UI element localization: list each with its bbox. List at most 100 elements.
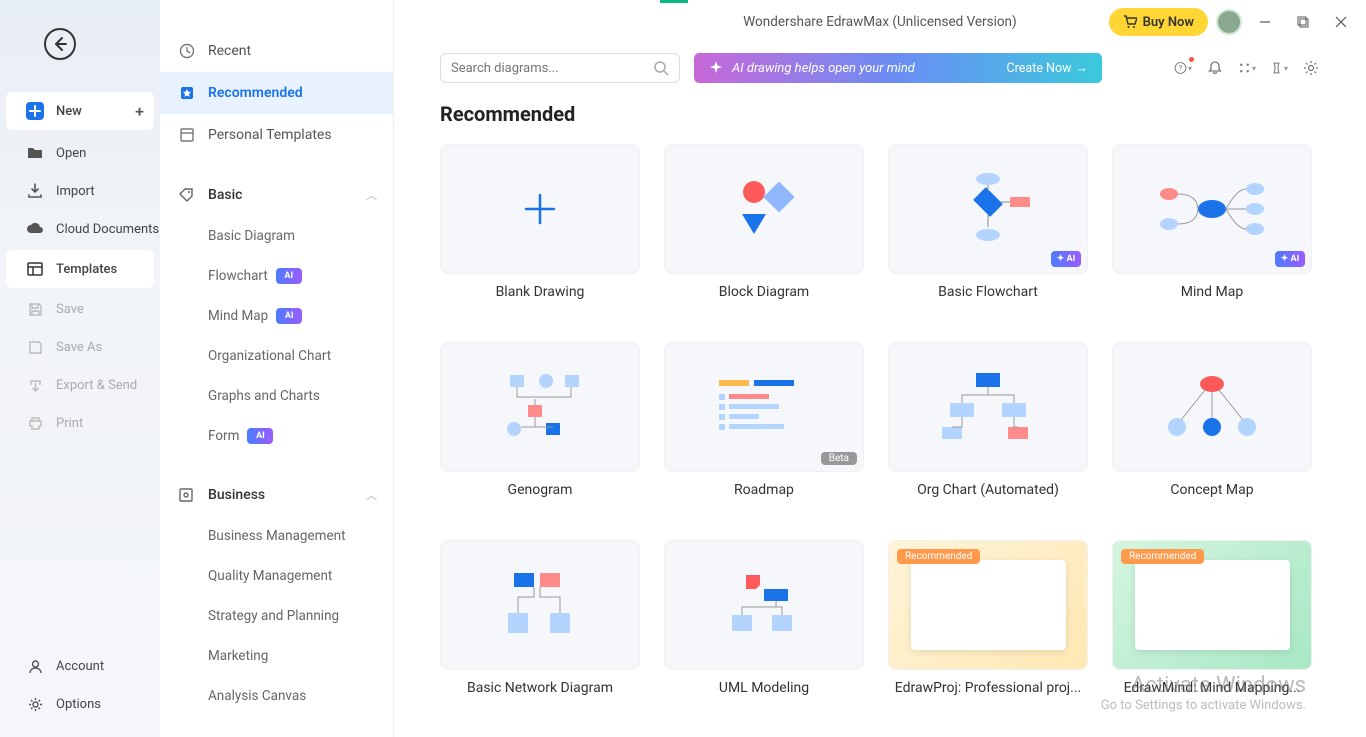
- template-label: Basic Network Diagram: [440, 680, 640, 714]
- buy-now-button[interactable]: Buy Now: [1109, 8, 1208, 36]
- template-card[interactable]: Blank Drawing: [440, 144, 640, 318]
- avatar[interactable]: [1216, 9, 1242, 35]
- arrow-left-icon: [52, 36, 68, 52]
- template-thumb: [664, 540, 864, 670]
- template-card[interactable]: RecommendedEdrawMind: Mind Mapping...: [1112, 540, 1312, 714]
- toolbar: AI drawing helps open your mind Create N…: [394, 44, 1366, 92]
- ai-badge: AI: [247, 428, 273, 444]
- settings-button[interactable]: [1302, 59, 1320, 77]
- nav-cloud[interactable]: Cloud Documents: [0, 210, 160, 248]
- personal-icon: [178, 127, 196, 143]
- ai-badge: ✦ AI: [1051, 251, 1081, 267]
- import-icon: [26, 182, 44, 200]
- template-card[interactable]: Basic Network Diagram: [440, 540, 640, 714]
- section-title: Recommended: [440, 102, 1320, 126]
- maximize-button[interactable]: [1288, 7, 1318, 37]
- cat-sub-business[interactable]: Analysis Canvas: [160, 676, 393, 716]
- template-label: Basic Flowchart: [888, 284, 1088, 318]
- nav-export[interactable]: Export & Send: [0, 366, 160, 404]
- saveas-icon: [26, 338, 44, 356]
- template-label: Block Diagram: [664, 284, 864, 318]
- cat-group-business[interactable]: Business ︿: [160, 474, 393, 516]
- template-thumb: [440, 540, 640, 670]
- cart-icon: [1123, 15, 1137, 29]
- template-card[interactable]: Concept Map: [1112, 342, 1312, 516]
- template-card[interactable]: ✦ AIMind Map: [1112, 144, 1312, 318]
- template-card[interactable]: Block Diagram: [664, 144, 864, 318]
- template-thumb: [1112, 342, 1312, 472]
- cat-sub-business[interactable]: Marketing: [160, 636, 393, 676]
- folder-icon: [26, 144, 44, 162]
- nav-options-label: Options: [56, 697, 101, 712]
- cat-sub-basic[interactable]: FormAI: [160, 416, 393, 456]
- template-card[interactable]: ✦ AI Basic Flowchart: [888, 144, 1088, 318]
- add-icon[interactable]: +: [135, 102, 144, 121]
- template-label: Mind Map: [1112, 284, 1312, 318]
- cat-recent[interactable]: Recent: [160, 30, 393, 72]
- sparkle-icon: [708, 60, 724, 76]
- cat-group-business-label: Business: [208, 487, 265, 503]
- search-box[interactable]: [440, 53, 680, 83]
- cat-sub-basic[interactable]: Organizational Chart: [160, 336, 393, 376]
- nav-templates-label: Templates: [56, 262, 117, 277]
- app-title: Wondershare EdrawMax (Unlicensed Version…: [743, 14, 1016, 30]
- template-thumb: [440, 342, 640, 472]
- search-icon[interactable]: [653, 60, 669, 76]
- cat-sub-basic[interactable]: Mind MapAI: [160, 296, 393, 336]
- recommended-badge: Recommended: [897, 549, 980, 564]
- nav-save-label: Save: [56, 302, 84, 317]
- cat-sub-business[interactable]: Business Management: [160, 516, 393, 556]
- template-card[interactable]: Org Chart (Automated): [888, 342, 1088, 516]
- cat-recommended-label: Recommended: [208, 85, 303, 101]
- business-icon: [178, 487, 196, 503]
- nav-new-label: New: [56, 104, 82, 119]
- nav-new[interactable]: New +: [6, 92, 154, 130]
- template-label: EdrawMind: Mind Mapping...: [1112, 680, 1312, 714]
- clock-icon: [178, 43, 196, 59]
- nav-print[interactable]: Print: [0, 404, 160, 442]
- template-thumb: Beta: [664, 342, 864, 472]
- template-label: Concept Map: [1112, 482, 1312, 516]
- titlebar: Wondershare EdrawMax (Unlicensed Version…: [394, 0, 1366, 44]
- minimize-button[interactable]: [1250, 7, 1280, 37]
- nav-account[interactable]: Account: [0, 647, 160, 685]
- nav-saveas[interactable]: Save As: [0, 328, 160, 366]
- nav-options[interactable]: Options: [0, 685, 160, 723]
- template-label: EdrawProj: Professional proj...: [888, 680, 1088, 714]
- ai-banner-cta[interactable]: Create Now →: [1007, 61, 1088, 76]
- chevron-down-icon: ︿: [366, 487, 377, 503]
- nav-save[interactable]: Save: [0, 290, 160, 328]
- help-button[interactable]: ?▾: [1174, 59, 1192, 77]
- beta-badge: Beta: [821, 452, 857, 465]
- template-label: Blank Drawing: [440, 284, 640, 318]
- nav-export-label: Export & Send: [56, 378, 137, 393]
- nav-templates[interactable]: Templates: [6, 250, 154, 288]
- template-card[interactable]: UML Modeling: [664, 540, 864, 714]
- cat-sub-business[interactable]: Quality Management: [160, 556, 393, 596]
- template-card[interactable]: Genogram: [440, 342, 640, 516]
- template-card[interactable]: BetaRoadmap: [664, 342, 864, 516]
- cat-sub-basic[interactable]: Basic Diagram: [160, 216, 393, 256]
- nav-import[interactable]: Import: [0, 172, 160, 210]
- cat-personal[interactable]: Personal Templates: [160, 114, 393, 156]
- back-button[interactable]: [44, 28, 76, 60]
- content: Recommended Blank Drawing Block Diagram ✦ …: [394, 92, 1366, 737]
- nav-cloud-label: Cloud Documents: [56, 222, 159, 237]
- bell-button[interactable]: [1206, 59, 1224, 77]
- close-button[interactable]: [1326, 7, 1356, 37]
- tag-icon: [178, 187, 196, 203]
- cat-sub-basic[interactable]: Graphs and Charts: [160, 376, 393, 416]
- cat-sub-business[interactable]: Strategy and Planning: [160, 596, 393, 636]
- theme-button[interactable]: ▾: [1270, 59, 1288, 77]
- nav-open[interactable]: Open: [0, 134, 160, 172]
- search-input[interactable]: [451, 61, 653, 76]
- apps-button[interactable]: ▾: [1238, 59, 1256, 77]
- cat-recent-label: Recent: [208, 43, 251, 59]
- cat-group-basic[interactable]: Basic ︿: [160, 174, 393, 216]
- cat-sub-basic[interactable]: FlowchartAI: [160, 256, 393, 296]
- ai-banner[interactable]: AI drawing helps open your mind Create N…: [694, 53, 1102, 83]
- template-card[interactable]: Recommended EdrawProj: Professional proj.…: [888, 540, 1088, 714]
- cat-recommended[interactable]: Recommended: [160, 72, 393, 114]
- nav-account-label: Account: [56, 659, 104, 674]
- template-thumb: ✦ AI: [888, 144, 1088, 274]
